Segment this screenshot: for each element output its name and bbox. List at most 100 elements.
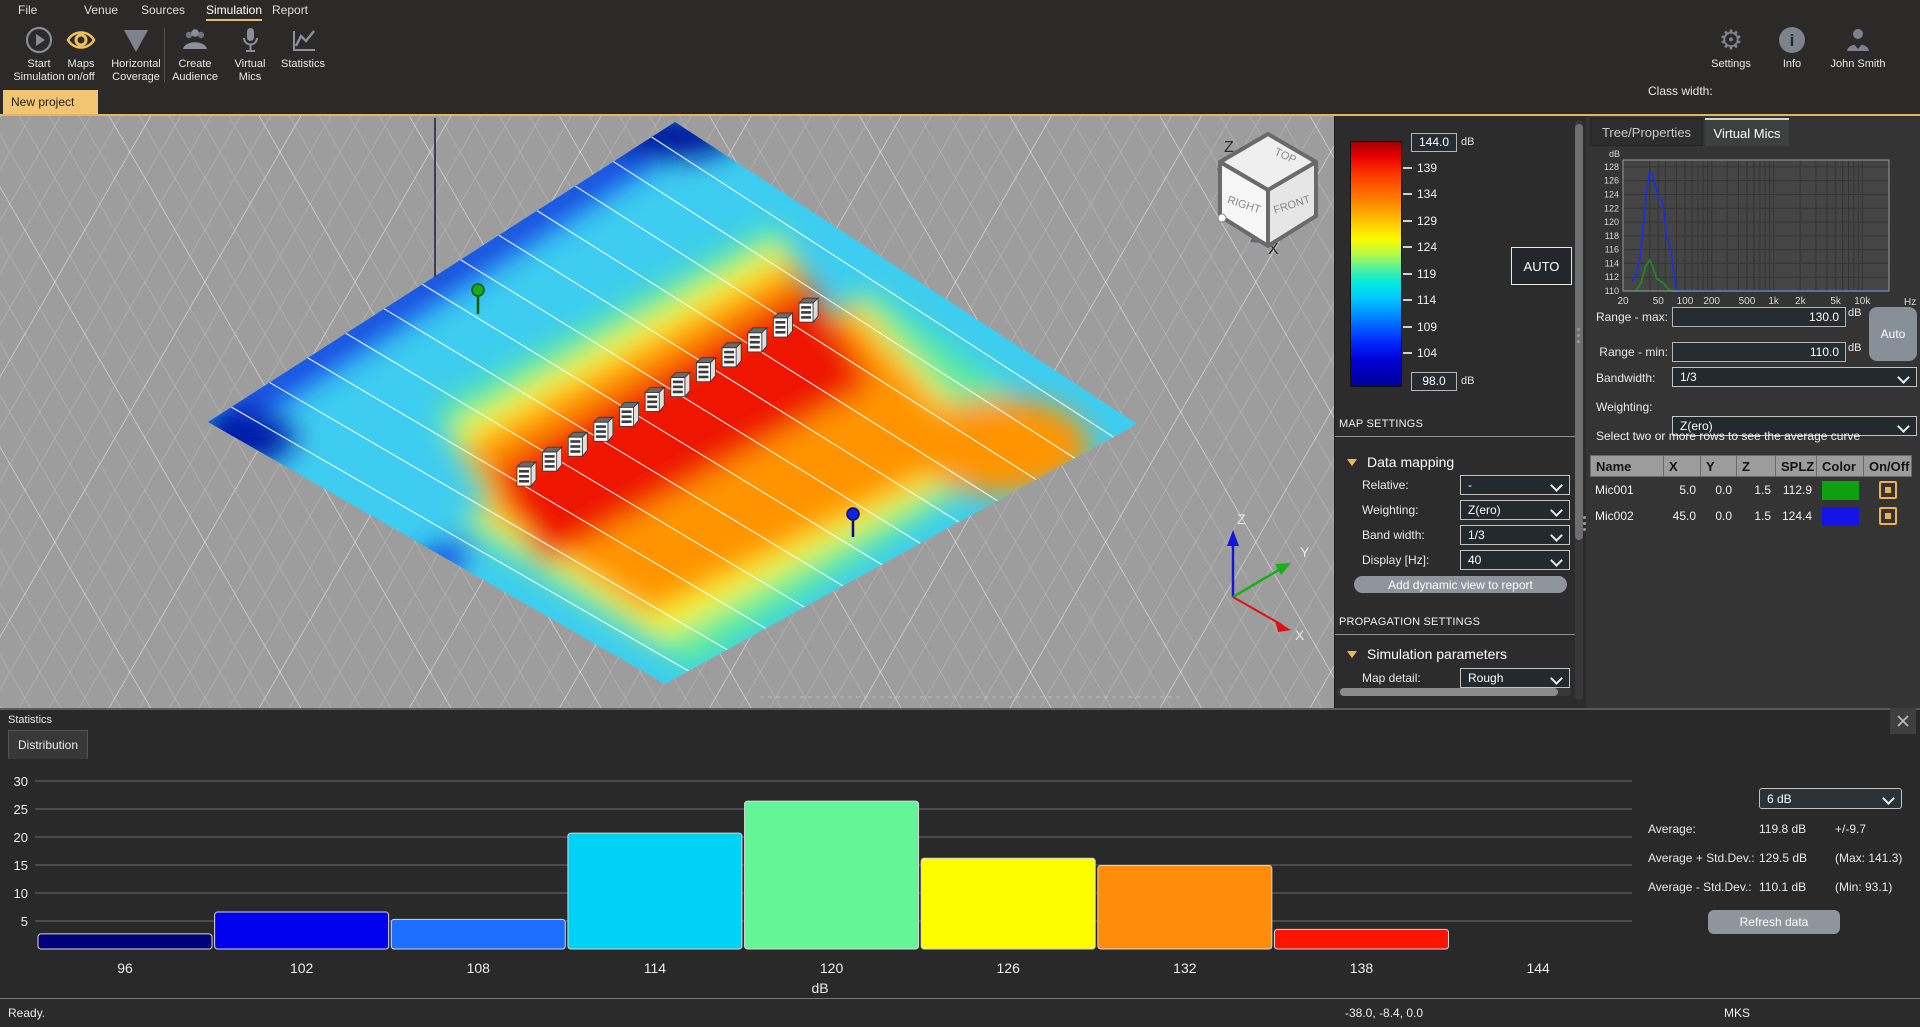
middle-panel-scrollbar[interactable] bbox=[1575, 120, 1583, 700]
collapse-triangle-icon bbox=[1347, 651, 1357, 658]
menu-simulation[interactable]: Simulation bbox=[206, 3, 262, 21]
create-audience-button[interactable]: Create Audience bbox=[168, 24, 222, 84]
subwoofer[interactable] bbox=[594, 417, 613, 441]
svg-text:114: 114 bbox=[1605, 258, 1619, 268]
histogram-bar-126[interactable] bbox=[921, 858, 1095, 949]
svg-text:144: 144 bbox=[1526, 960, 1550, 976]
data-mapping-1-dropdown[interactable]: Z(ero) bbox=[1460, 500, 1570, 520]
mic-color-swatch[interactable] bbox=[1822, 481, 1859, 500]
subwoofer[interactable] bbox=[799, 298, 818, 322]
data-mapping-section[interactable]: Data mapping bbox=[1347, 454, 1454, 470]
colorbar-tick-label: 104 bbox=[1417, 346, 1437, 360]
column-header-x[interactable]: X bbox=[1664, 455, 1701, 477]
mic-onoff-checkbox[interactable] bbox=[1879, 507, 1897, 525]
histogram-bar-120[interactable] bbox=[745, 801, 919, 949]
mic-onoff-checkbox[interactable] bbox=[1879, 481, 1897, 499]
subwoofer[interactable] bbox=[773, 313, 792, 337]
data-mapping-rows: Relative:-Weighting:Z(ero)Band width:1/3… bbox=[1362, 475, 1572, 575]
menu-file[interactable]: File bbox=[18, 3, 37, 17]
tab-virtual-mics[interactable]: Virtual Mics bbox=[1705, 118, 1789, 146]
chevron-down-icon bbox=[1550, 479, 1563, 492]
histogram-bar-138[interactable] bbox=[1274, 929, 1448, 949]
subwoofer[interactable] bbox=[620, 402, 639, 426]
svg-text:10: 10 bbox=[14, 886, 28, 901]
legend-max-input[interactable]: 144.0 bbox=[1411, 133, 1457, 152]
data-mapping-3-dropdown[interactable]: 40 bbox=[1460, 550, 1570, 570]
mic-color-swatch[interactable] bbox=[1822, 507, 1859, 526]
range-auto-button[interactable]: Auto bbox=[1869, 307, 1917, 361]
add-dynamic-view-button[interactable]: Add dynamic view to report bbox=[1354, 576, 1567, 593]
mic-table-row[interactable]: Mic00245.00.01.5124.4 bbox=[1590, 503, 1912, 529]
subwoofer[interactable] bbox=[748, 328, 767, 352]
histogram-bar-114[interactable] bbox=[568, 833, 742, 949]
subwoofer[interactable] bbox=[645, 388, 664, 412]
subwoofer[interactable] bbox=[517, 462, 536, 486]
gear-icon: ⚙ bbox=[1719, 24, 1743, 56]
colorbar-tick bbox=[1403, 193, 1412, 195]
map-legend-panel: 139134129124119114109104 144.0 dB 98.0 d… bbox=[1334, 116, 1586, 708]
horizontal-coverage-button[interactable]: Horizontal Coverage bbox=[108, 24, 164, 84]
range-min-input[interactable]: 110.0 bbox=[1672, 342, 1846, 362]
histogram-bar-132[interactable] bbox=[1098, 866, 1272, 949]
mic-cell: 124.4 bbox=[1776, 503, 1817, 529]
range-max-input[interactable]: 130.0 bbox=[1672, 307, 1846, 327]
range-max-label: Range - max: bbox=[1588, 310, 1668, 324]
tab-tree-properties[interactable]: Tree/Properties bbox=[1590, 118, 1703, 146]
column-header-splz[interactable]: SPLZ bbox=[1776, 455, 1817, 477]
svg-text:138: 138 bbox=[1350, 960, 1374, 976]
colorbar-tick-label: 129 bbox=[1417, 214, 1437, 228]
status-message: Ready. bbox=[8, 1006, 45, 1020]
subwoofer[interactable] bbox=[696, 358, 715, 382]
subwoofer[interactable] bbox=[543, 447, 562, 471]
info-button[interactable]: i Info bbox=[1762, 24, 1822, 71]
maps-onoff-button[interactable]: Maps on/off bbox=[58, 24, 104, 84]
menu-venue[interactable]: Venue bbox=[84, 3, 118, 17]
column-header-on-off[interactable]: On/Off bbox=[1864, 455, 1912, 477]
legend-min-input[interactable]: 98.0 bbox=[1411, 372, 1457, 391]
spl-heatmap-scene: Z X TOP RIGHT FRONT Z Y X bbox=[0, 116, 1334, 708]
project-tab[interactable]: New project bbox=[3, 90, 98, 114]
menu-report[interactable]: Report bbox=[272, 3, 308, 17]
mic-table-row[interactable]: Mic0015.00.01.5112.9 bbox=[1590, 477, 1912, 503]
column-header-color[interactable]: Color bbox=[1817, 455, 1864, 477]
svg-text:102: 102 bbox=[290, 960, 314, 976]
bandwidth-dropdown[interactable]: 1/3 bbox=[1672, 367, 1917, 387]
sim-param-0-dropdown[interactable]: Rough bbox=[1460, 668, 1570, 688]
histogram-bar-108[interactable] bbox=[391, 919, 565, 949]
column-header-y[interactable]: Y bbox=[1701, 455, 1737, 477]
menu-sources[interactable]: Sources bbox=[141, 3, 185, 17]
viewport-3d[interactable]: Z X TOP RIGHT FRONT Z Y X bbox=[0, 116, 1334, 708]
statistics-panel: Statistics Distribution 5101520253096102… bbox=[0, 708, 1920, 998]
svg-text:30: 30 bbox=[14, 774, 28, 789]
subwoofer[interactable] bbox=[722, 343, 741, 367]
data-mapping-2-dropdown[interactable]: 1/3 bbox=[1460, 525, 1570, 545]
subwoofer[interactable] bbox=[568, 432, 587, 456]
navigation-cube[interactable]: Z X TOP RIGHT FRONT bbox=[1217, 134, 1316, 258]
user-button[interactable]: John Smith bbox=[1822, 24, 1894, 71]
column-header-z[interactable]: Z bbox=[1737, 455, 1776, 477]
simulation-parameters-section[interactable]: Simulation parameters bbox=[1347, 646, 1507, 662]
stat-label: Average: bbox=[1648, 822, 1696, 836]
column-header-name[interactable]: Name bbox=[1590, 455, 1664, 477]
refresh-data-button[interactable]: Refresh data bbox=[1708, 910, 1840, 934]
svg-text:5: 5 bbox=[21, 914, 28, 929]
create-audience-label: Create Audience bbox=[168, 58, 222, 84]
histogram-bar-102[interactable] bbox=[215, 912, 389, 949]
svg-text:126: 126 bbox=[1604, 176, 1619, 186]
class-width-label: Class width: bbox=[1648, 84, 1713, 98]
triangle-down-icon bbox=[121, 24, 151, 56]
subwoofer[interactable] bbox=[671, 373, 690, 397]
data-mapping-1-label: Weighting: bbox=[1362, 503, 1460, 517]
class-width-dropdown[interactable]: 6 dB bbox=[1759, 788, 1902, 809]
histogram-bar-96[interactable] bbox=[38, 934, 212, 949]
mic-cell: Mic002 bbox=[1590, 503, 1664, 529]
settings-button[interactable]: ⚙ Settings bbox=[1701, 24, 1761, 71]
statistics-button[interactable]: Statistics bbox=[276, 24, 330, 71]
virtual-mics-button[interactable]: Virtual Mics bbox=[224, 24, 276, 84]
map-settings-hscrollbar[interactable] bbox=[1337, 688, 1571, 696]
data-mapping-0-dropdown[interactable]: - bbox=[1460, 475, 1570, 495]
svg-text:50: 50 bbox=[1653, 296, 1665, 307]
svg-text:5k: 5k bbox=[1830, 296, 1842, 307]
svg-text:112: 112 bbox=[1605, 272, 1619, 282]
legend-auto-button[interactable]: AUTO bbox=[1511, 247, 1572, 285]
